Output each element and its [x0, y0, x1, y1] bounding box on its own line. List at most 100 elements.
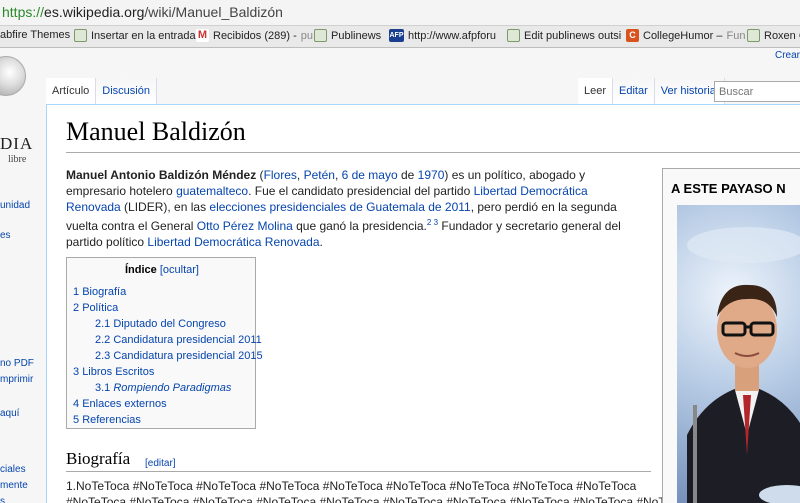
page-title: Manuel Baldizón: [66, 117, 246, 146]
title-divider: [66, 152, 800, 153]
afp-icon: AFP: [389, 29, 404, 42]
view-tabs: Leer Editar Ver historial: [578, 78, 726, 104]
section-text: 1.NoTeToca #NoTeToca #NoTeToca #NoTeToca…: [66, 479, 637, 493]
bookmark-item[interactable]: AFP http://www.afpforu: [389, 29, 496, 42]
bookmark-label: Recibidos (289) -: [213, 29, 297, 42]
toc-item[interactable]: 1 Biografía: [73, 286, 126, 298]
toc-label: Política: [82, 302, 119, 314]
article-content: Manuel Baldizón Manuel Antonio Baldizón …: [46, 104, 800, 503]
sidebar-link[interactable]: mente: [0, 480, 28, 491]
sidebar-link[interactable]: es: [0, 230, 11, 241]
sidebar-link[interactable]: s: [0, 496, 5, 503]
toc-title: Índice: [125, 264, 157, 276]
toc-number: 1: [73, 286, 80, 298]
toc-item[interactable]: 2.2 Candidatura presidencial 2011: [95, 334, 262, 346]
link-guatemalteco[interactable]: guatemalteco: [176, 184, 248, 198]
bookmark-label-faded: Fun: [726, 29, 746, 42]
bookmark-label: abfire Themes: [0, 29, 71, 41]
bookmark-label: http://www.afpforu: [408, 29, 497, 42]
toc-number: 3.1: [95, 382, 111, 394]
table-of-contents: Índice [ocultar] 1 Biografía 2 Política …: [66, 257, 263, 429]
toc-item[interactable]: 2.1 Diputado del Congreso: [95, 318, 226, 330]
section-text: #NoTeToca #NoTeToca #NoTeToca #NoTeToca …: [66, 495, 697, 503]
bookmark-item[interactable]: Roxen C: [747, 29, 800, 42]
toc-item[interactable]: 2 Política: [73, 302, 118, 314]
bookmark-item[interactable]: Insertar en la entrada: [74, 29, 196, 42]
namespace-tabs: Artículo Discusión: [46, 78, 157, 104]
toc-item[interactable]: 3 Libros Escritos: [73, 366, 154, 378]
toc-number: 5: [73, 414, 80, 426]
wiki-page: DIA libre unidad es no PDF mprimir aquí …: [0, 48, 800, 503]
toc-label: Enlaces externos: [82, 398, 167, 410]
toc-label: Rompiendo Paradigmas: [113, 382, 232, 394]
tab-discussion[interactable]: Discusión: [96, 78, 157, 104]
lead-paragraph: Manuel Antonio Baldizón Méndez (Flores, …: [66, 167, 638, 250]
toc-number: 2.3: [95, 350, 111, 362]
toc-number: 2: [73, 302, 80, 314]
text: de: [397, 168, 418, 182]
tab-read[interactable]: Leer: [578, 78, 614, 104]
toc-toggle-link[interactable]: [ocultar]: [160, 264, 199, 276]
bookmark-item[interactable]: Publinews: [314, 29, 381, 42]
bookmark-item[interactable]: M Recibidos (289) - pu: [196, 29, 313, 42]
link-lider-2[interactable]: Libertad Democrática Renovada: [147, 235, 319, 249]
text: que ganó la presidencia.: [292, 219, 427, 233]
sidebar-link[interactable]: aquí: [0, 408, 19, 419]
link-otto[interactable]: Otto Pérez Molina: [197, 219, 293, 233]
gmail-icon: M: [196, 29, 209, 42]
text: ,: [334, 168, 342, 182]
ch-icon: C: [626, 29, 639, 42]
tab-article[interactable]: Artículo: [46, 78, 97, 104]
address-bar[interactable]: https://es.wikipedia.org/wiki/Manuel_Bal…: [0, 0, 800, 26]
bookmark-item[interactable]: abfire Themes: [0, 29, 70, 41]
sidebar-link[interactable]: no PDF: [0, 358, 34, 369]
text: (LIDER), en las: [120, 200, 210, 214]
link-mayo[interactable]: 6 de mayo: [342, 168, 398, 182]
url-text[interactable]: https://es.wikipedia.org/wiki/Manuel_Bal…: [2, 4, 283, 20]
reference-marker[interactable]: 2 3: [427, 218, 438, 227]
text: (: [256, 168, 264, 182]
section-divider: [66, 471, 651, 472]
toc-item[interactable]: 4 Enlaces externos: [73, 398, 167, 410]
bookmarks-bar: abfire Themes Insertar en la entrada M R…: [0, 26, 800, 48]
toc-item[interactable]: 5 Referencias: [73, 414, 141, 426]
infobox: A ESTE PAYASO N: [662, 168, 800, 503]
page-icon: [507, 29, 520, 42]
page-icon: [747, 29, 760, 42]
link-elecciones[interactable]: elecciones presidenciales de Guatemala d…: [209, 200, 470, 214]
toc-number: 2.1: [95, 318, 111, 330]
bookmark-label: Publinews: [331, 29, 382, 42]
text: . Fue el candidato presidencial del part…: [248, 184, 474, 198]
globe-icon: [0, 56, 26, 96]
link-peten[interactable]: Petén: [304, 168, 335, 182]
url-host: es.wikipedia.org: [44, 4, 145, 20]
tab-edit[interactable]: Editar: [613, 78, 655, 104]
search-input[interactable]: [714, 81, 800, 102]
logo-tagline: libre: [8, 154, 27, 164]
link-flores[interactable]: Flores: [264, 168, 297, 182]
bookmark-label-faded: pu: [300, 29, 314, 42]
toc-number: 4: [73, 398, 80, 410]
toc-header: Índice [ocultar]: [67, 264, 257, 276]
infobox-caption: A ESTE PAYASO N: [671, 181, 786, 196]
toc-number: 2.2: [95, 334, 111, 346]
sidebar-link[interactable]: unidad: [0, 200, 30, 211]
bookmark-label: Insertar en la entrada: [91, 29, 196, 42]
portrait-photo[interactable]: [677, 205, 800, 503]
toc-label: Libros Escritos: [82, 366, 155, 378]
section-edit-link[interactable]: [editar]: [145, 458, 176, 469]
toc-item[interactable]: 2.3 Candidatura presidencial 2015: [95, 350, 263, 362]
toc-label: Referencias: [82, 414, 141, 426]
toc-label: Candidatura presidencial 2015: [113, 350, 263, 362]
portrait-illustration: [687, 227, 800, 503]
bookmark-item[interactable]: Edit publinews outsi: [507, 29, 621, 42]
create-account-link[interactable]: Crear: [775, 50, 800, 61]
url-path: /wiki/Manuel_Baldizón: [144, 4, 283, 20]
toc-item[interactable]: 3.1 Rompiendo Paradigmas: [95, 382, 231, 394]
link-1970[interactable]: 1970: [418, 168, 445, 182]
toc-number: 3: [73, 366, 80, 378]
wikipedia-logo[interactable]: DIA libre: [0, 54, 44, 164]
bookmark-item[interactable]: C CollegeHumor – Fun: [626, 29, 745, 42]
sidebar-link[interactable]: mprimir: [0, 374, 33, 385]
sidebar-link[interactable]: ciales: [0, 464, 26, 475]
